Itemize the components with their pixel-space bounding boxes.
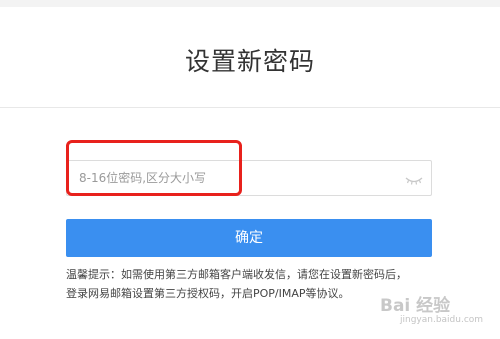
eye-closed-icon[interactable] xyxy=(405,172,423,185)
password-field xyxy=(66,160,432,196)
new-password-input[interactable] xyxy=(67,161,397,195)
page-title: 设置新密码 xyxy=(184,47,315,76)
tip-line-1: 温馨提示：如需使用第三方邮箱客户端收发信，请您在设置新密码后， xyxy=(66,268,407,281)
confirm-button[interactable]: 确定 xyxy=(66,219,432,257)
header-divider xyxy=(0,107,500,108)
watermark-logo-text: Bai 经验 xyxy=(380,296,451,316)
password-reset-page: 设置新密码 确定 温馨提示：如需使用第三方邮箱客户端收发信，请您在设置新密码后，… xyxy=(0,0,500,339)
top-strip xyxy=(0,0,500,7)
baidu-jingyan-watermark: Bai 经验 jingyan.baidu.com xyxy=(380,291,490,331)
watermark-url: jingyan.baidu.com xyxy=(400,315,484,325)
